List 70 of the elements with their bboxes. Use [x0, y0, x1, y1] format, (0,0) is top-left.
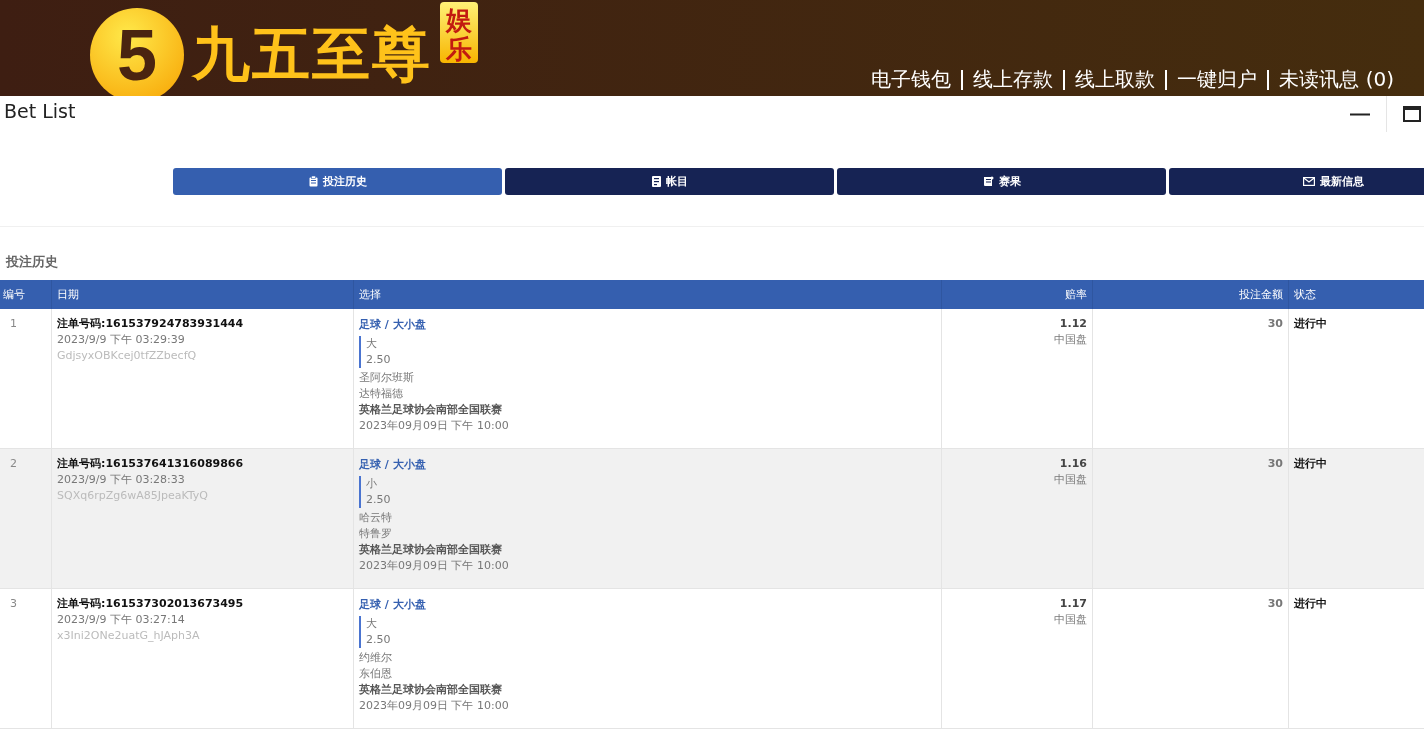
nav-link[interactable]: 一键归户: [1177, 66, 1258, 93]
mail-icon: [1303, 177, 1315, 186]
bet-status: 进行中: [1294, 456, 1327, 472]
odds-type: 中国盘: [1054, 332, 1087, 348]
tab[interactable]: 最新信息: [1169, 168, 1424, 195]
match-time: 2023年09月09日 下午 10:00: [359, 418, 509, 434]
bet-datetime: 2023/9/9 下午 03:27:14: [57, 612, 185, 628]
window-title: Bet List: [4, 100, 76, 122]
home-team: 约维尔: [359, 650, 392, 666]
home-team: 哈云特: [359, 510, 392, 526]
league-name: 英格兰足球协会南部全国联赛: [359, 402, 502, 418]
odds-type: 中国盘: [1054, 472, 1087, 488]
logo-mark: 5: [90, 8, 184, 96]
bet-status: 进行中: [1294, 316, 1327, 332]
order-number: 注单号码:161537924783931444: [57, 316, 244, 332]
handicap-line: 2.50: [366, 492, 391, 508]
pick-label: 大: [366, 616, 378, 632]
odds-type: 中国盘: [1054, 612, 1087, 628]
tab[interactable]: 投注历史: [173, 168, 502, 195]
market-title: 足球 / 大小盘: [359, 597, 426, 613]
column-header: 状态: [1288, 280, 1424, 309]
nav-link[interactable]: 线上存款: [973, 66, 1054, 93]
bet-code: GdjsyxOBKcej0tfZZbecfQ: [57, 348, 197, 364]
maximize-icon[interactable]: [1403, 106, 1421, 122]
clipboard-icon: [308, 176, 318, 187]
row-number: 3: [10, 596, 17, 612]
column-header: 赔率: [941, 280, 1092, 309]
bet-datetime: 2023/9/9 下午 03:28:33: [57, 472, 185, 488]
odds-value: 1.16: [1059, 456, 1087, 472]
logo-text: 九五至尊: [192, 19, 432, 90]
tab[interactable]: 赛果: [837, 168, 1166, 195]
market-title: 足球 / 大小盘: [359, 317, 426, 333]
order-number: 注单号码:161537302013673495: [57, 596, 244, 612]
away-team: 达特福德: [359, 386, 403, 402]
nav-link[interactable]: 线上取款: [1075, 66, 1156, 93]
match-time: 2023年09月09日 下午 10:00: [359, 558, 509, 574]
column-header: 日期: [51, 280, 353, 309]
match-time: 2023年09月09日 下午 10:00: [359, 698, 509, 714]
handicap-line: 2.50: [366, 352, 391, 368]
section-title: 投注历史: [6, 253, 59, 271]
bet-status: 进行中: [1294, 596, 1327, 612]
away-team: 东伯恩: [359, 666, 392, 682]
scroll-icon: [982, 176, 994, 187]
bet-code: x3Ini2ONe2uatG_hJAph3A: [57, 628, 200, 644]
logo-badge: 娱乐: [440, 2, 478, 64]
odds-value: 1.17: [1059, 596, 1087, 612]
bet-amount: 30: [1267, 596, 1283, 612]
away-team: 特鲁罗: [359, 526, 392, 542]
column-header: 编号: [2, 287, 26, 303]
tab[interactable]: 帐目: [505, 168, 834, 195]
bet-datetime: 2023/9/9 下午 03:29:39: [57, 332, 185, 348]
order-number: 注单号码:161537641316089866: [57, 456, 244, 472]
market-title: 足球 / 大小盘: [359, 457, 426, 473]
row-number: 1: [10, 316, 17, 332]
column-header: 投注金额: [1092, 280, 1288, 309]
bet-amount: 30: [1267, 316, 1283, 332]
nav-link[interactable]: 未读讯息 (0): [1279, 66, 1394, 93]
column-header: 选择: [353, 280, 941, 309]
odds-value: 1.12: [1059, 316, 1087, 332]
minimize-icon[interactable]: [1350, 112, 1370, 116]
nav-link[interactable]: 电子钱包: [871, 66, 952, 93]
bet-amount: 30: [1267, 456, 1283, 472]
handicap-line: 2.50: [366, 632, 391, 648]
row-number: 2: [10, 456, 17, 472]
league-name: 英格兰足球协会南部全国联赛: [359, 542, 502, 558]
ledger-icon: [651, 176, 661, 187]
home-team: 圣阿尔班斯: [359, 370, 414, 386]
pick-label: 小: [366, 476, 378, 492]
pick-label: 大: [366, 336, 378, 352]
league-name: 英格兰足球协会南部全国联赛: [359, 682, 502, 698]
